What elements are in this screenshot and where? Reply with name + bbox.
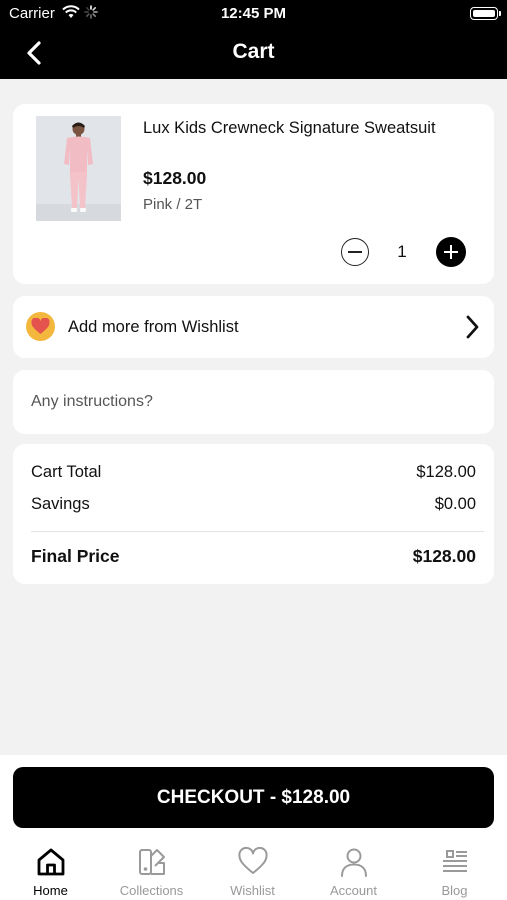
tab-collections[interactable]: Collections	[101, 838, 202, 900]
blog-icon	[438, 845, 472, 879]
divider	[31, 531, 484, 532]
tab-home[interactable]: Home	[0, 838, 101, 900]
product-variant: Pink / 2T	[143, 196, 203, 213]
tab-label: Home	[33, 883, 68, 898]
tab-label: Collections	[119, 883, 184, 898]
decrease-quantity-button[interactable]	[341, 238, 369, 266]
tab-account[interactable]: Account	[303, 838, 404, 900]
instructions-input[interactable]	[31, 388, 471, 416]
final-price-row: Final Price $128.00	[31, 546, 476, 567]
quantity-value: 1	[397, 242, 407, 261]
cart-total-value: $128.00	[416, 463, 476, 481]
cart-total-row: Cart Total $128.00	[31, 463, 476, 482]
checkout-button[interactable]: CHECKOUT - $128.00	[13, 767, 494, 828]
increase-quantity-button[interactable]	[436, 237, 466, 267]
tab-wishlist[interactable]: Wishlist	[202, 838, 303, 900]
chevron-right-icon	[462, 313, 482, 346]
tab-blog[interactable]: Blog	[404, 838, 505, 900]
home-icon	[34, 845, 68, 879]
status-bar: Carrier 12:45 PM	[0, 0, 507, 28]
person-icon	[337, 845, 371, 879]
battery-icon	[470, 7, 501, 20]
page-title: Cart	[232, 40, 275, 63]
savings-value: $0.00	[434, 495, 476, 513]
nav-bar: Cart	[0, 28, 507, 79]
product-name[interactable]: Lux Kids Crewneck Signature Sweatsuit	[143, 117, 443, 139]
tab-label: Blog	[441, 883, 468, 898]
collections-icon	[135, 845, 169, 879]
tab-label: Wishlist	[230, 883, 275, 898]
final-price-label: Final Price	[31, 546, 120, 566]
heart-icon	[236, 845, 270, 879]
final-price-value: $128.00	[412, 546, 476, 566]
wishlist-row-label: Add more from Wishlist	[68, 318, 239, 336]
price-summary-card: Cart Total $128.00 Savings $0.00 Final P…	[13, 444, 494, 584]
instructions-card	[13, 370, 494, 434]
cart-total-label: Cart Total	[31, 463, 102, 481]
clock: 12:45 PM	[220, 5, 287, 22]
product-price: $128.00	[143, 168, 207, 188]
savings-label: Savings	[31, 495, 90, 513]
add-from-wishlist-row[interactable]: Add more from Wishlist	[13, 296, 494, 358]
tab-label: Account	[330, 883, 377, 898]
product-image[interactable]	[36, 116, 121, 221]
tab-bar: Home Collections Wishlist Account Blog	[0, 838, 507, 900]
cart-item-card: Lux Kids Crewneck Signature Sweatsuit $1…	[13, 104, 494, 284]
heart-icon	[26, 312, 55, 341]
savings-row: Savings $0.00	[31, 495, 476, 514]
